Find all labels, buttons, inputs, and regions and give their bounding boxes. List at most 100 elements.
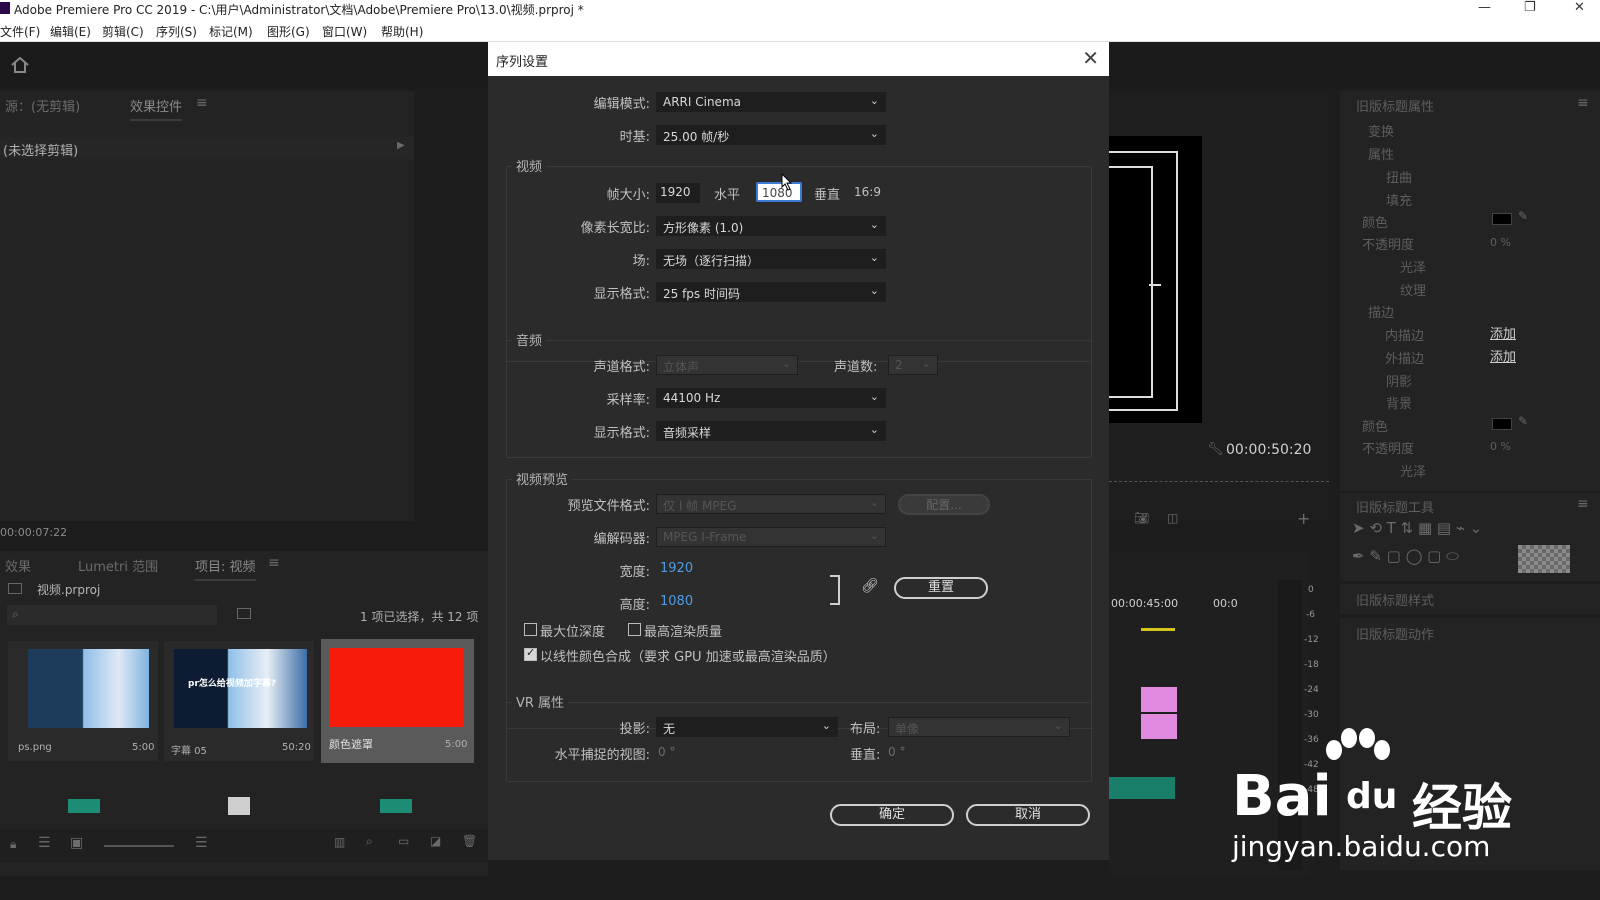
- menu-marker[interactable]: 标记(M): [209, 23, 253, 40]
- prop-texture[interactable]: 纹理: [1400, 280, 1426, 299]
- add-outer-stroke-link[interactable]: 添加: [1490, 346, 1516, 365]
- height-value[interactable]: 1080: [660, 594, 693, 609]
- video-group-title: 视频: [512, 156, 547, 175]
- sequence-icon: [228, 797, 250, 815]
- menu-window[interactable]: 窗口(W): [322, 23, 367, 40]
- expand-arrow-icon[interactable]: ▶: [397, 140, 405, 151]
- shape-tools-icon[interactable]: ✒ ✎ ▢ ◯ ▢ ⬭: [1352, 547, 1459, 565]
- icon-view-icon[interactable]: ▣: [70, 835, 83, 851]
- clip-fx-1[interactable]: [1141, 687, 1177, 712]
- thumbnail-image: [330, 648, 464, 727]
- project-item-title05[interactable]: pr怎么给视频加字幕? 字幕 05 50:20: [164, 641, 314, 761]
- work-area-bar[interactable]: [1141, 628, 1175, 631]
- menu-help[interactable]: 帮助(H): [381, 23, 423, 40]
- frame-height-input[interactable]: 1080: [756, 182, 802, 202]
- opacity-value[interactable]: 0 %: [1490, 236, 1511, 249]
- prop-transform[interactable]: 变换: [1368, 121, 1394, 140]
- prop-background[interactable]: 背景: [1386, 393, 1412, 412]
- v-view-value[interactable]: 0 °: [888, 745, 905, 759]
- tab-project[interactable]: 项目: 视频: [195, 556, 256, 581]
- compare-icon[interactable]: ◫: [1167, 511, 1178, 525]
- prop-bg-sheen[interactable]: 光泽: [1400, 461, 1426, 480]
- thumbnail-image: [28, 649, 149, 728]
- audio-clip[interactable]: [1109, 777, 1175, 799]
- menu-sequence[interactable]: 序列(S): [156, 23, 197, 40]
- new-bin-icon[interactable]: ▭: [398, 834, 409, 848]
- trash-icon[interactable]: 🗑︎: [462, 834, 477, 848]
- max-bit-depth-checkbox[interactable]: [524, 623, 537, 636]
- find-icon[interactable]: ⌕: [366, 834, 373, 849]
- codec-select[interactable]: MPEG I-Frame ⌄: [656, 527, 886, 547]
- sample-rate-select[interactable]: 44100 Hz ⌄: [656, 388, 886, 408]
- bg-color-swatch[interactable]: [1492, 418, 1512, 430]
- pixel-aspect-select[interactable]: 方形像素 (1.0) ⌄: [656, 216, 886, 236]
- chain-link-icon[interactable]: 🔗︎: [861, 578, 879, 594]
- fill-color-swatch[interactable]: [1492, 213, 1512, 225]
- video-display-format-select[interactable]: 25 fps 时间码 ⌄: [656, 282, 886, 302]
- width-value[interactable]: 1920: [660, 561, 693, 576]
- selection-tool-icon[interactable]: ➤ ⟲ T ⇅ ▦ ▤ ⌁ ⌄: [1352, 519, 1482, 537]
- menu-clip[interactable]: 剪辑(C): [102, 23, 144, 40]
- style-swatch[interactable]: [1518, 545, 1570, 573]
- camera-icon[interactable]: 📷︎: [1134, 511, 1149, 525]
- timebase-select[interactable]: 25.00 帧/秒 ⌄: [656, 125, 886, 145]
- clip-fx-2[interactable]: [1141, 714, 1177, 739]
- panel-menu-icon[interactable]: ≡: [1577, 95, 1589, 111]
- channel-format-select[interactable]: 立体声 ⌄: [656, 355, 798, 375]
- max-render-quality-checkbox[interactable]: [628, 623, 641, 636]
- ok-button[interactable]: 确定: [830, 804, 954, 826]
- panel-menu-icon[interactable]: ≡: [268, 555, 280, 571]
- new-bin-icon[interactable]: [237, 608, 251, 619]
- field-select[interactable]: 无场（逐行扫描） ⌄: [656, 249, 886, 269]
- prop-sheen[interactable]: 光泽: [1400, 257, 1426, 276]
- dialog-close-icon[interactable]: ✕: [1082, 46, 1099, 70]
- close-window-button[interactable]: ✕: [1574, 0, 1585, 15]
- eyedropper-icon[interactable]: ✎: [1518, 414, 1528, 428]
- minimize-button[interactable]: —: [1478, 0, 1491, 15]
- project-item-color-matte[interactable]: 颜色遮罩 5:00: [321, 639, 474, 763]
- preview-format-select[interactable]: 仅 I 帧 MPEG ⌄: [656, 494, 886, 514]
- panel-menu-icon[interactable]: ≡: [1577, 496, 1589, 512]
- menu-file[interactable]: 文件(F): [0, 23, 40, 40]
- zoom-slider[interactable]: [104, 845, 174, 847]
- h-view-value[interactable]: 0 °: [658, 745, 675, 759]
- prop-properties[interactable]: 属性: [1368, 144, 1394, 163]
- tab-effect-controls[interactable]: 效果控件: [130, 96, 183, 121]
- tab-effects[interactable]: 效果: [5, 556, 31, 575]
- projection-select[interactable]: 无 ⌄: [656, 717, 838, 737]
- sort-icon[interactable]: ☰: [195, 835, 208, 851]
- home-icon[interactable]: [11, 57, 29, 73]
- prop-stroke[interactable]: 描边: [1368, 302, 1394, 321]
- reset-button[interactable]: 重置: [894, 577, 988, 599]
- list-view-icon[interactable]: ☰: [38, 835, 51, 851]
- frame-width-input[interactable]: 1920: [656, 183, 700, 203]
- tab-lumetri[interactable]: Lumetri 范围: [78, 556, 158, 575]
- configure-button[interactable]: 配置...: [898, 494, 990, 515]
- linear-color-checkbox[interactable]: [524, 646, 537, 661]
- prop-fill[interactable]: 填充: [1386, 190, 1412, 209]
- menu-edit[interactable]: 编辑(E): [50, 23, 91, 40]
- edit-mode-select[interactable]: ARRI Cinema ⌄: [656, 92, 886, 112]
- automate-icon[interactable]: ▥: [334, 835, 345, 849]
- settings-wrench-icon[interactable]: 🔧︎: [1207, 442, 1224, 457]
- audio-display-format-select[interactable]: 音频采样 ⌄: [656, 421, 886, 441]
- menu-graphics[interactable]: 图形(G): [267, 23, 310, 40]
- panel-menu-icon[interactable]: ≡: [196, 95, 208, 111]
- lock-icon[interactable]: 🔒︎: [10, 837, 16, 852]
- restore-button[interactable]: ❐: [1524, 0, 1536, 15]
- add-button-icon[interactable]: +: [1297, 509, 1310, 528]
- prop-shadow[interactable]: 阴影: [1386, 371, 1412, 390]
- codec-label: 编解码器:: [593, 532, 650, 547]
- add-inner-stroke-link[interactable]: 添加: [1490, 323, 1516, 342]
- eyedropper-icon[interactable]: ✎: [1518, 209, 1528, 223]
- layout-select[interactable]: 单像 ⌄: [888, 717, 1070, 737]
- new-item-icon[interactable]: ◪: [430, 834, 441, 848]
- search-input[interactable]: ⌕: [7, 605, 217, 625]
- bg-opacity-value[interactable]: 0 %: [1490, 440, 1511, 453]
- cancel-button[interactable]: 取消: [966, 804, 1090, 826]
- video-display-format-label: 显示格式:: [593, 287, 650, 302]
- project-item-ps[interactable]: ps.png 5:00: [8, 641, 158, 761]
- prop-distort[interactable]: 扭曲: [1386, 167, 1412, 186]
- channel-count-select[interactable]: 2 ⌄: [888, 355, 938, 375]
- tab-source[interactable]: 源：(无剪辑): [5, 96, 80, 115]
